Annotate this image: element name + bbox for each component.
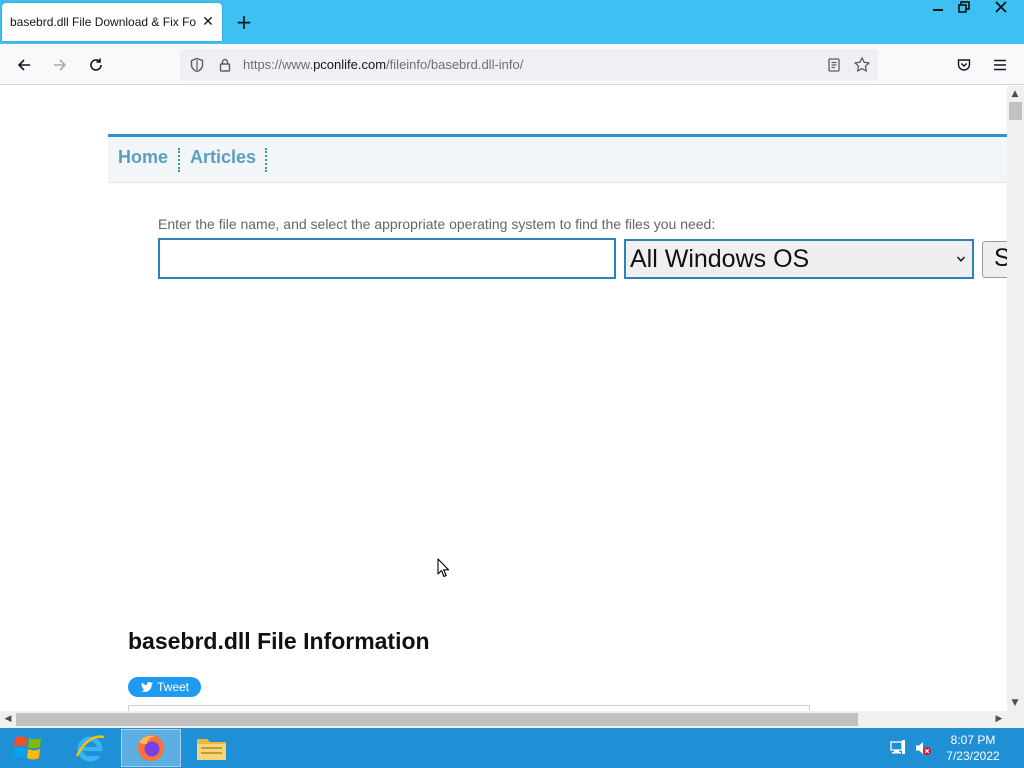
- browser-titlebar: basebrd.dll File Download & Fix For ✕ +: [0, 0, 1024, 44]
- search-button[interactable]: S: [982, 241, 1007, 278]
- os-select-dropdown[interactable]: All Windows OS: [624, 239, 974, 279]
- back-arrow-icon[interactable]: [11, 52, 37, 78]
- clock-time: 8:07 PM: [950, 733, 996, 747]
- horizontal-scroll-thumb[interactable]: [16, 713, 858, 726]
- new-tab-icon[interactable]: +: [234, 12, 254, 32]
- scroll-right-arrow-icon[interactable]: ▶: [991, 711, 1007, 727]
- mouse-cursor-icon: [437, 558, 451, 578]
- windows-taskbar: 8:07 PM 7/23/2022: [0, 728, 1024, 768]
- restore-icon[interactable]: [949, 0, 979, 22]
- page-viewport: Home Articles Enter the file name, and s…: [0, 86, 1007, 711]
- tweet-button-label: Tweet: [157, 680, 190, 694]
- folder-icon: [197, 739, 226, 760]
- taskbar-file-explorer[interactable]: [183, 729, 243, 767]
- scrollbar-corner: [1007, 711, 1024, 728]
- twitter-bird-icon: [140, 681, 154, 692]
- start-button[interactable]: [0, 728, 56, 768]
- browser-navbar: https://www.pconlife.com/fileinfo/basebr…: [0, 44, 1024, 85]
- site-navigation: Home Articles: [108, 134, 1007, 183]
- vertical-scroll-thumb[interactable]: [1009, 102, 1022, 120]
- taskbar-clock[interactable]: 8:07 PM 7/23/2022: [940, 732, 1006, 764]
- pocket-icon[interactable]: [951, 52, 977, 78]
- url-bar[interactable]: https://www.pconlife.com/fileinfo/basebr…: [180, 49, 878, 81]
- search-hint-text: Enter the file name, and select the appr…: [158, 216, 716, 232]
- reader-view-icon[interactable]: [825, 56, 843, 74]
- section-title: basebrd.dll File Information: [128, 628, 430, 654]
- nav-divider: [178, 148, 180, 172]
- bookmark-star-icon[interactable]: [853, 56, 871, 74]
- network-icon[interactable]: [889, 739, 907, 757]
- hamburger-menu-icon[interactable]: [987, 52, 1013, 78]
- taskbar-internet-explorer[interactable]: [60, 729, 120, 767]
- chevron-down-icon: [956, 252, 966, 266]
- lock-icon[interactable]: [216, 56, 234, 74]
- reload-icon[interactable]: [83, 52, 109, 78]
- scroll-up-arrow-icon[interactable]: ▲: [1007, 86, 1023, 102]
- search-button-label: S: [994, 244, 1007, 272]
- tab-title: basebrd.dll File Download & Fix For: [10, 15, 196, 29]
- scroll-left-arrow-icon[interactable]: ◀: [0, 711, 16, 727]
- tracking-shield-icon[interactable]: [188, 56, 206, 74]
- os-select-value: All Windows OS: [630, 245, 810, 273]
- nav-divider: [265, 148, 267, 172]
- vertical-scrollbar[interactable]: ▲ ▼: [1007, 86, 1024, 711]
- volume-muted-icon[interactable]: [914, 739, 932, 757]
- close-window-icon[interactable]: [986, 0, 1016, 22]
- taskbar-firefox[interactable]: [121, 729, 181, 767]
- internet-explorer-icon: [75, 735, 105, 762]
- tab-close-icon[interactable]: ✕: [200, 14, 216, 30]
- file-search-input[interactable]: [158, 238, 616, 279]
- firefox-icon: [138, 735, 164, 761]
- windows-logo-icon: [13, 736, 41, 760]
- clock-date: 7/23/2022: [946, 749, 1000, 763]
- url-text: https://www.pconlife.com/fileinfo/basebr…: [243, 57, 524, 72]
- nav-link-articles[interactable]: Articles: [190, 147, 256, 168]
- forward-arrow-icon[interactable]: [47, 52, 73, 78]
- scroll-down-arrow-icon[interactable]: ▼: [1007, 695, 1023, 711]
- tweet-button[interactable]: Tweet: [128, 677, 201, 697]
- horizontal-scrollbar[interactable]: ◀ ▶: [0, 711, 1007, 728]
- browser-tab-active[interactable]: basebrd.dll File Download & Fix For ✕: [2, 3, 222, 41]
- nav-link-home[interactable]: Home: [118, 147, 168, 168]
